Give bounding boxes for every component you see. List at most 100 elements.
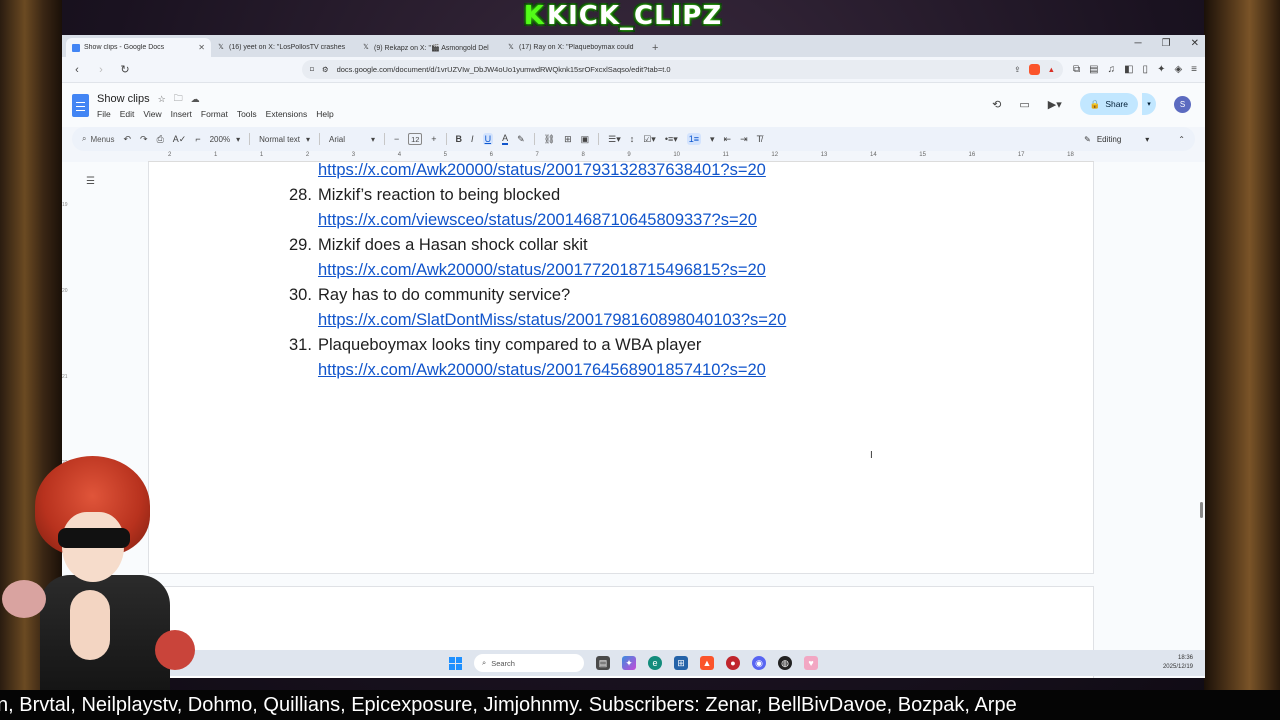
wallet-icon[interactable]: ◈ xyxy=(1174,64,1182,75)
clip-title[interactable]: Ray has to do community service? xyxy=(318,283,570,308)
music-icon[interactable]: ♫ xyxy=(1108,64,1116,75)
font-select[interactable]: Arial ▾ xyxy=(329,135,375,144)
sidebar-icon[interactable]: ▯ xyxy=(1143,64,1149,75)
clip-link[interactable]: https://x.com/Awk20000/status/2001772018… xyxy=(318,258,786,283)
tab-rekapz[interactable]: 𝕏 (9) Rekapz on X: "🎬 Asmongold Del xyxy=(356,38,501,57)
bold-icon[interactable]: B xyxy=(456,134,463,144)
brave-rewards-icon[interactable]: ▲ xyxy=(1048,65,1055,74)
collapse-toolbar-icon[interactable]: ⌃ xyxy=(1178,135,1185,144)
comments-icon[interactable]: ▭ xyxy=(1019,98,1029,111)
version-history-icon[interactable]: ⟲ xyxy=(992,98,1001,111)
brave-icon[interactable]: ▲ xyxy=(700,656,714,670)
tab-show-clips[interactable]: Show clips - Google Docs ✕ xyxy=(66,38,211,57)
paint-format-icon[interactable]: ⌐ xyxy=(195,134,200,144)
minimize-icon[interactable]: ─ xyxy=(1135,38,1142,49)
clear-formatting-icon[interactable]: T̸ xyxy=(757,134,763,144)
url-text[interactable]: docs.google.com/document/d/1vrUZVIw_DbJW… xyxy=(337,65,1007,74)
windows-start-icon[interactable] xyxy=(449,656,462,670)
clip-link[interactable]: https://x.com/SlatDontMiss/status/200179… xyxy=(318,308,786,333)
text-color-icon[interactable]: A xyxy=(502,133,509,145)
tab-yeet[interactable]: 𝕏 (16) yeet on X: "LosPollosTV crashes xyxy=(211,38,356,57)
highlight-icon[interactable]: ✎ xyxy=(517,134,525,145)
app-red-icon[interactable]: ● xyxy=(726,656,740,670)
system-clock[interactable]: 18:36 2025/12/19 xyxy=(1163,654,1193,672)
menu-icon[interactable]: ≡ xyxy=(1191,64,1197,75)
link-icon[interactable]: ⛓ xyxy=(544,134,555,145)
checklist-icon[interactable]: ☑▾ xyxy=(643,134,656,145)
close-tab-icon[interactable]: ✕ xyxy=(198,43,205,52)
new-tab-icon[interactable]: + xyxy=(646,42,664,57)
decrease-font-size-icon[interactable]: − xyxy=(394,134,399,144)
document-outline-icon[interactable]: ☰ xyxy=(86,176,95,187)
share-button[interactable]: 🔒 Share xyxy=(1079,93,1138,115)
style-select[interactable]: Normal text ▾ xyxy=(259,135,310,144)
discord-icon[interactable]: ◉ xyxy=(752,656,766,670)
clip-title-line[interactable]: 29. Mizkif does a Hasan shock collar skit xyxy=(289,233,786,258)
chevron-down-icon[interactable]: ▾ xyxy=(710,134,715,145)
file-explorer-icon[interactable]: ▤ xyxy=(596,656,610,670)
scrollbar-thumb[interactable] xyxy=(1200,502,1203,518)
site-info-icon[interactable]: ⚙ xyxy=(322,65,329,74)
menu-insert[interactable]: Insert xyxy=(171,109,192,119)
clip-title[interactable]: Mizkif’s reaction to being blocked xyxy=(318,183,560,208)
menu-extensions[interactable]: Extensions xyxy=(266,109,308,119)
clip-title-line[interactable]: 31. Plaqueboymax looks tiny compared to a… xyxy=(289,333,786,358)
forward-icon[interactable]: › xyxy=(94,64,108,76)
store-icon[interactable]: ⊞ xyxy=(674,656,688,670)
share-dropdown-icon[interactable]: ▾ xyxy=(1142,93,1156,115)
decrease-indent-icon[interactable]: ⇤ xyxy=(724,134,732,145)
leo-icon[interactable]: ✦ xyxy=(1157,64,1165,75)
obs-icon[interactable]: ◍ xyxy=(778,656,792,670)
bookmark-icon[interactable]: ⌑ xyxy=(310,65,314,74)
bulleted-list-icon[interactable]: •≡▾ xyxy=(665,134,678,145)
menu-edit[interactable]: Edit xyxy=(120,109,135,119)
menus-search[interactable]: ⌕ Menus xyxy=(82,134,115,144)
account-avatar[interactable]: S xyxy=(1174,95,1191,113)
spellcheck-icon[interactable]: A✓ xyxy=(173,134,187,145)
extension-icon[interactable]: ▤ xyxy=(1089,64,1098,75)
omnibox[interactable]: ⌑ ⚙ docs.google.com/document/d/1vrUZVIw_… xyxy=(302,60,1063,79)
back-icon[interactable]: ‹ xyxy=(70,64,84,76)
clip-link[interactable]: https://x.com/viewsceo/status/2001468710… xyxy=(318,208,786,233)
zoom-select[interactable]: 200% ▾ xyxy=(210,135,240,144)
google-docs-logo[interactable] xyxy=(72,93,89,117)
cloud-saved-icon[interactable]: ☁ xyxy=(191,94,200,105)
italic-icon[interactable]: I xyxy=(471,134,474,144)
extension-icon[interactable]: ⧉ xyxy=(1073,64,1080,75)
document-title[interactable]: Show clips xyxy=(97,93,150,105)
star-icon[interactable]: ☆ xyxy=(158,94,166,105)
image-icon[interactable]: ▣ xyxy=(581,134,590,145)
menu-format[interactable]: Format xyxy=(201,109,228,119)
meet-icon[interactable]: ▶▾ xyxy=(1048,98,1062,111)
redo-icon[interactable]: ↷ xyxy=(140,134,148,145)
document-page[interactable]: https://x.com/Awk20000/status/2001793132… xyxy=(148,162,1094,574)
increase-font-size-icon[interactable]: + xyxy=(431,134,436,144)
underline-icon[interactable]: U xyxy=(482,133,494,145)
brave-shields-icon[interactable] xyxy=(1028,64,1040,75)
clip-title-line[interactable]: 28. Mizkif’s reaction to being blocked xyxy=(289,183,786,208)
font-size-input[interactable]: 12 xyxy=(408,133,423,145)
copilot-icon[interactable]: ✦ xyxy=(622,656,636,670)
increase-indent-icon[interactable]: ⇥ xyxy=(740,134,748,145)
reload-icon[interactable]: ↻ xyxy=(118,63,132,76)
align-icon[interactable]: ☰▾ xyxy=(608,134,621,145)
tab-ray[interactable]: 𝕏 (17) Ray on X: "Plaqueboymax could xyxy=(501,38,646,57)
clip-title[interactable]: Mizkif does a Hasan shock collar skit xyxy=(318,233,588,258)
ruler-scale[interactable]: 2 1 1 2 3 4 5 6 7 8 9 10 11 12 13 14 15 16 17 18 xyxy=(148,152,1094,162)
undo-icon[interactable]: ↶ xyxy=(124,134,132,145)
taskbar-search[interactable]: ⌕ Search xyxy=(474,654,584,672)
numbered-list-icon[interactable]: 1≡ xyxy=(686,133,701,145)
app-pink-icon[interactable]: ♥ xyxy=(804,656,818,670)
close-window-icon[interactable]: ✕ xyxy=(1191,38,1199,49)
line-spacing-icon[interactable]: ↕ xyxy=(630,134,635,144)
comment-icon[interactable]: ⊞ xyxy=(564,134,572,145)
edge-icon[interactable]: e xyxy=(648,656,662,670)
menu-view[interactable]: View xyxy=(143,109,161,119)
move-folder-icon[interactable]: 🗀 xyxy=(174,91,183,107)
clip-title-line[interactable]: 30. Ray has to do community service? xyxy=(289,283,786,308)
restore-icon[interactable]: ❐ xyxy=(1162,38,1171,49)
clip-title[interactable]: Plaqueboymax looks tiny compared to a WB… xyxy=(318,333,701,358)
menu-file[interactable]: File xyxy=(97,109,111,119)
clip-link[interactable]: https://x.com/Awk20000/status/2001764568… xyxy=(318,358,786,383)
menu-tools[interactable]: Tools xyxy=(237,109,257,119)
